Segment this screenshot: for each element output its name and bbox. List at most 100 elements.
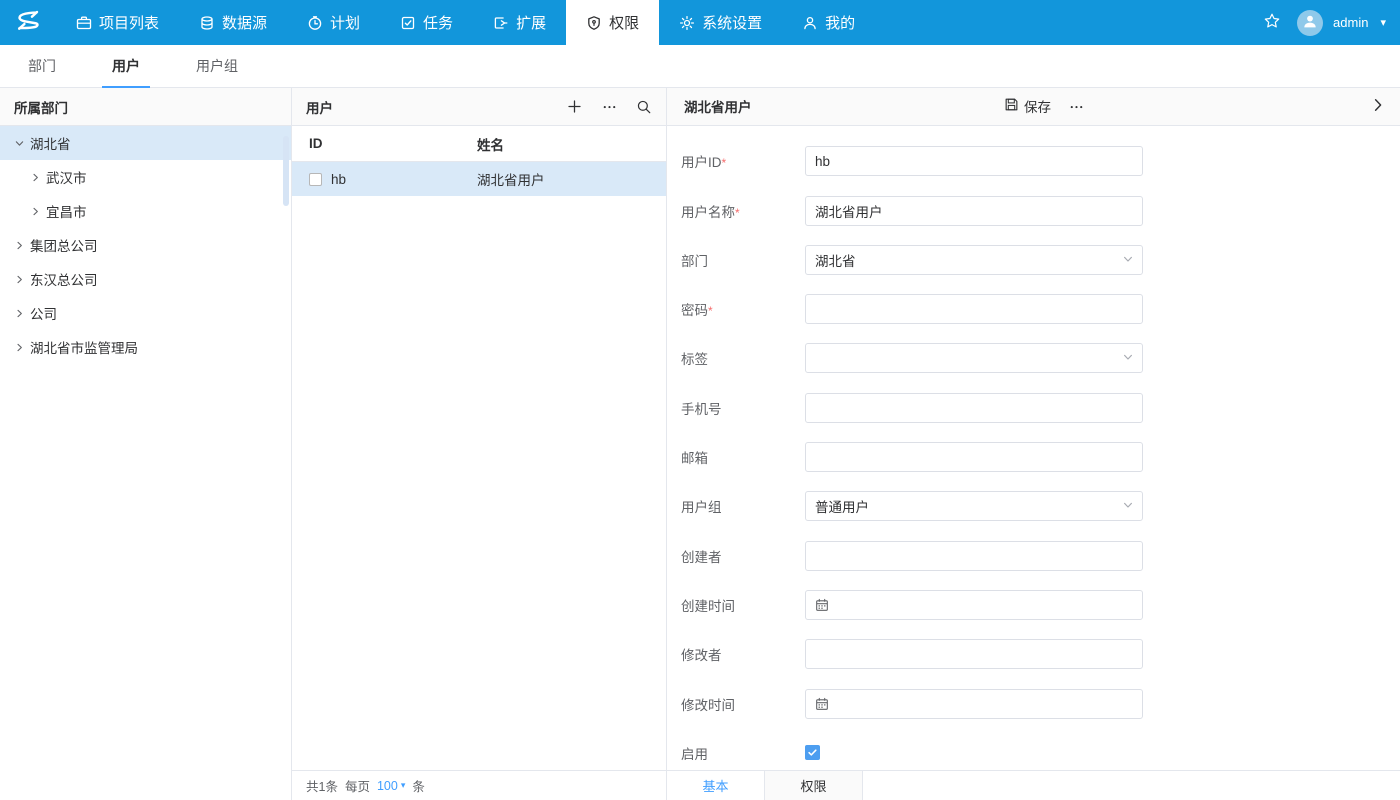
label-text: 修改者 (681, 648, 722, 663)
user-group-select[interactable]: 普通用户 (805, 491, 1143, 521)
nav-item-system-settings[interactable]: 系统设置 (659, 0, 782, 45)
tree-scrollbar[interactable] (283, 136, 289, 206)
cell-name-value: 湖北省用户 (477, 169, 666, 189)
nav-item-label: 系统设置 (702, 12, 762, 33)
email-input[interactable] (805, 442, 1143, 472)
nav-item-projects[interactable]: 项目列表 (56, 0, 179, 45)
user-detail-form: 用户ID* hb 用户名称* 湖北省用户 部门 (667, 126, 1400, 771)
tree-node-label: 湖北省 (30, 133, 71, 153)
tag-select[interactable] (805, 343, 1143, 373)
tab-basic[interactable]: 基本 (667, 771, 765, 800)
nav-item-label: 权限 (609, 12, 639, 33)
form-row-user-group: 用户组 普通用户 (667, 482, 1400, 531)
tree-node-yichang-city[interactable]: 宜昌市 (0, 194, 291, 228)
brand-logo[interactable] (0, 0, 56, 45)
department-tree-panel: 所属部门 湖北省 武汉市 (0, 88, 292, 800)
chevron-right-icon[interactable] (8, 274, 30, 285)
tree-node-wuhan-city[interactable]: 武汉市 (0, 160, 291, 194)
per-page-unit-label: 条 (412, 776, 425, 795)
modify-time-input[interactable] (805, 689, 1143, 719)
add-user-button[interactable] (566, 98, 583, 115)
field-wrap-department: 湖北省 (805, 245, 1143, 275)
nav-item-permission[interactable]: 权限 (566, 0, 659, 45)
tree-node-hubei-province[interactable]: 湖北省 (0, 126, 291, 160)
department-select[interactable]: 湖北省 (805, 245, 1143, 275)
phone-input[interactable] (805, 393, 1143, 423)
field-label-modify-time: 修改时间 (667, 694, 805, 714)
nav-item-label: 我的 (825, 12, 855, 33)
column-header-name[interactable]: 姓名 (477, 134, 666, 154)
detail-panel-actions: 保存 (1004, 96, 1085, 116)
label-text: 标签 (681, 352, 708, 367)
detail-panel-title: 湖北省用户 (684, 96, 1004, 116)
chevron-right-icon[interactable] (24, 172, 46, 183)
favorite-star-button[interactable] (1257, 12, 1287, 33)
avatar[interactable] (1297, 10, 1323, 36)
tab-label: 权限 (800, 776, 826, 795)
tab-users[interactable]: 用户 (84, 45, 168, 87)
tab-label: 用户组 (196, 56, 238, 76)
password-input[interactable] (805, 294, 1143, 324)
brand-logo-icon (13, 6, 43, 39)
nav-item-plan[interactable]: 计划 (287, 0, 380, 45)
required-marker: * (708, 304, 713, 318)
chevron-down-icon[interactable]: ▾ (1380, 16, 1386, 29)
ellipsis-icon[interactable] (601, 98, 618, 115)
per-page-label: 每页 (345, 776, 370, 795)
tree-node-donghan-headquarters[interactable]: 东汉总公司 (0, 262, 291, 296)
page-size-value: 100 (377, 779, 398, 793)
gear-icon (679, 15, 695, 31)
user-table-header: ID 姓名 (292, 126, 666, 162)
calendar-icon (815, 697, 829, 711)
field-label-email: 邮箱 (667, 447, 805, 467)
tree-node-hubei-supervision-bureau[interactable]: 湖北省市监管理局 (0, 330, 291, 364)
nav-item-label: 项目列表 (99, 12, 159, 33)
collapse-panel-button[interactable] (1370, 97, 1386, 116)
save-button[interactable]: 保存 (1004, 96, 1051, 116)
field-wrap-create-time (805, 590, 1143, 620)
tree-node-group-headquarters[interactable]: 集团总公司 (0, 228, 291, 262)
form-row-department: 部门 湖北省 (667, 235, 1400, 284)
detail-more-button[interactable] (1068, 98, 1085, 115)
label-text: 创建时间 (681, 599, 735, 614)
create-time-input[interactable] (805, 590, 1143, 620)
enabled-checkbox[interactable] (805, 745, 820, 760)
page-size-selector[interactable]: 100 ▾ (377, 779, 405, 793)
tab-departments[interactable]: 部门 (0, 45, 84, 87)
tree-node-label: 公司 (30, 303, 57, 323)
field-label-enabled: 启用 (667, 743, 805, 763)
chevron-right-icon[interactable] (8, 342, 30, 353)
tree-node-label: 湖北省市监管理局 (30, 337, 138, 357)
label-text: 邮箱 (681, 451, 708, 466)
save-button-label: 保存 (1024, 96, 1051, 116)
nav-item-mine[interactable]: 我的 (782, 0, 875, 45)
chevron-right-icon[interactable] (24, 206, 46, 217)
table-row[interactable]: hb 湖北省用户 (292, 162, 666, 196)
tab-permissions[interactable]: 权限 (765, 771, 863, 800)
user-id-input[interactable]: hb (805, 146, 1143, 176)
field-wrap-user-name: 湖北省用户 (805, 196, 1143, 226)
field-label-tag: 标签 (667, 348, 805, 368)
nav-item-datasource[interactable]: 数据源 (179, 0, 287, 45)
nav-item-task[interactable]: 任务 (380, 0, 473, 45)
search-icon[interactable] (636, 99, 652, 115)
department-panel-header: 所属部门 (0, 88, 291, 126)
form-row-password: 密码* (667, 284, 1400, 333)
chevron-right-icon[interactable] (8, 240, 30, 251)
tab-label: 用户 (112, 56, 140, 76)
tree-node-label: 宜昌市 (46, 201, 87, 221)
user-list-header: 用户 (292, 88, 666, 126)
modifier-input[interactable] (805, 639, 1143, 669)
chevron-right-icon[interactable] (8, 308, 30, 319)
label-text: 创建者 (681, 550, 722, 565)
row-checkbox[interactable] (309, 173, 322, 186)
creator-input[interactable] (805, 541, 1143, 571)
field-label-modifier: 修改者 (667, 644, 805, 664)
user-name-label: admin (1333, 15, 1368, 30)
column-header-id[interactable]: ID (292, 136, 477, 151)
user-name-input[interactable]: 湖北省用户 (805, 196, 1143, 226)
chevron-down-icon[interactable] (8, 138, 30, 149)
tree-node-company[interactable]: 公司 (0, 296, 291, 330)
nav-item-extension[interactable]: 扩展 (473, 0, 566, 45)
tab-user-groups[interactable]: 用户组 (168, 45, 266, 87)
